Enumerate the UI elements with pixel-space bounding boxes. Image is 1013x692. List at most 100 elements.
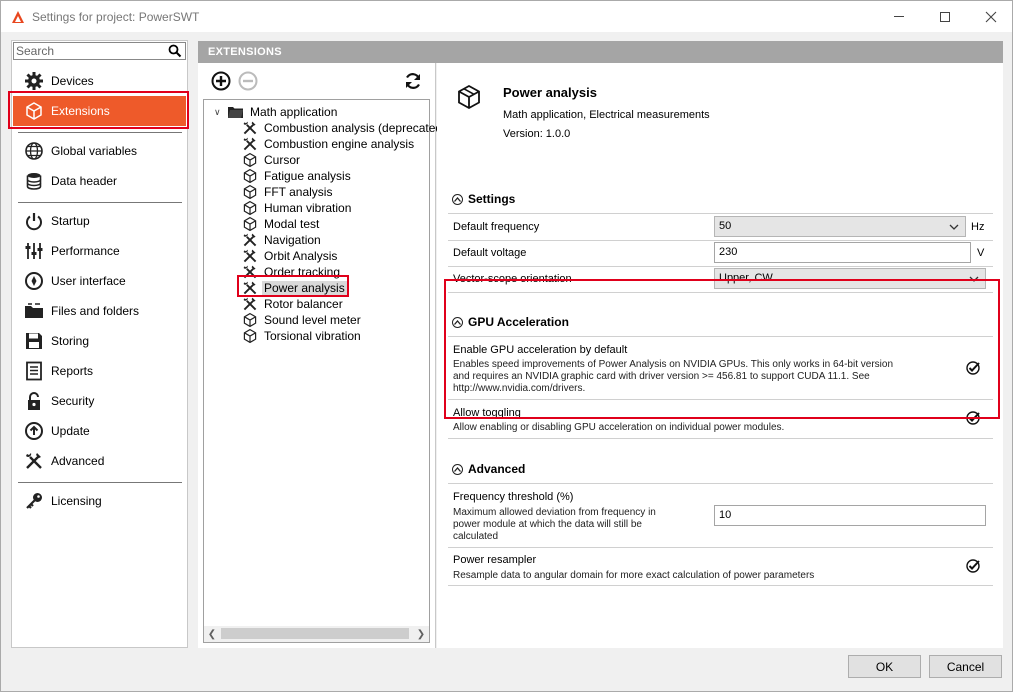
chevron-down-icon[interactable]: ∨: [214, 107, 224, 118]
folder-icon: [23, 300, 45, 322]
window-client: Devices Extensions Global variables Data…: [0, 32, 1013, 692]
collapse-icon[interactable]: [452, 193, 463, 205]
update-icon: [23, 420, 45, 442]
power-resampler-checkbox[interactable]: [966, 559, 980, 573]
tree-item[interactable]: FFT analysis: [242, 184, 334, 200]
tree-item-label: Combustion analysis (deprecated): [264, 121, 447, 135]
extensions-header: EXTENSIONS: [198, 41, 1003, 63]
nav-item-reports[interactable]: Reports: [13, 356, 186, 386]
tools-icon: [242, 136, 258, 152]
minimize-icon: [894, 16, 904, 17]
tree-item[interactable]: Modal test: [242, 216, 321, 232]
frequency-threshold-input[interactable]: 10: [714, 505, 986, 526]
close-icon: [985, 11, 997, 22]
divider: [448, 585, 993, 586]
tree-root-math-application[interactable]: ∨ Math application: [214, 104, 339, 120]
compass-icon: [23, 270, 45, 292]
scroll-right-icon[interactable]: ❯: [413, 626, 429, 642]
cube-icon: [242, 216, 258, 232]
nav-item-licensing[interactable]: Licensing: [13, 486, 186, 516]
tree-item[interactable]: Torsional vibration: [242, 328, 363, 344]
tree-item-label: Torsional vibration: [264, 329, 361, 343]
refresh-icon[interactable]: [403, 71, 423, 91]
advanced-section-header[interactable]: Advanced: [452, 461, 525, 477]
ok-button[interactable]: OK: [848, 655, 921, 678]
nav-item-label: Global variables: [51, 144, 138, 158]
maximize-button[interactable]: [922, 1, 968, 32]
tree-item-label: Rotor balancer: [264, 297, 343, 311]
nav-item-performance[interactable]: Performance: [13, 236, 186, 266]
settings-nav: Devices Extensions Global variables Data…: [11, 40, 188, 648]
nav-item-files-and-folders[interactable]: Files and folders: [13, 296, 186, 326]
highlight-box-power-analysis: [237, 275, 349, 297]
extension-categories: Math application, Electrical measurement…: [503, 109, 710, 121]
minimize-button[interactable]: [876, 1, 922, 32]
cancel-button[interactable]: Cancel: [929, 655, 1002, 678]
tools-icon: [242, 120, 258, 136]
tree-item[interactable]: Navigation: [242, 232, 323, 248]
default-frequency-select[interactable]: 50: [714, 216, 966, 237]
divider: [448, 547, 993, 548]
scrollbar-thumb[interactable]: [221, 628, 409, 639]
frequency-threshold-description-line: power module at which the data will stil…: [453, 519, 642, 530]
section-title: Settings: [468, 192, 516, 206]
lock-icon: [23, 390, 45, 412]
tools-icon: [242, 232, 258, 248]
nav-item-label: Advanced: [51, 454, 105, 468]
extension-version: Version: 1.0.0: [503, 128, 571, 140]
nav-item-label: Files and folders: [51, 304, 140, 318]
nav-item-update[interactable]: Update: [13, 416, 186, 446]
section-title: Advanced: [468, 462, 526, 476]
divider: [448, 438, 993, 439]
select-value: 50: [719, 220, 732, 232]
cube-icon: [242, 312, 258, 328]
nav-item-advanced[interactable]: Advanced: [13, 446, 186, 476]
extensions-tree-panel: ∨ Math application Combustion analysis (…: [198, 63, 446, 648]
extension-title: Power analysis: [503, 85, 597, 100]
tree-item[interactable]: Orbit Analysis: [242, 248, 339, 264]
frequency-threshold-description-line: calculated: [453, 531, 499, 542]
nav-item-global-variables[interactable]: Global variables: [13, 136, 186, 166]
add-extension-icon[interactable]: [211, 71, 231, 91]
nav-item-startup[interactable]: Startup: [13, 206, 186, 236]
nav-item-data-header[interactable]: Data header: [13, 166, 186, 196]
cube-icon: [242, 152, 258, 168]
tree-item[interactable]: Rotor balancer: [242, 296, 345, 312]
tree-item[interactable]: Cursor: [242, 152, 302, 168]
divider: [448, 266, 993, 267]
default-voltage-label: Default voltage: [453, 247, 527, 259]
tree-item[interactable]: Combustion analysis (deprecated): [242, 120, 448, 136]
chevron-down-icon: [949, 224, 959, 230]
collapse-icon[interactable]: [452, 463, 463, 475]
frequency-unit: Hz: [971, 221, 985, 233]
tree-item[interactable]: Fatigue analysis: [242, 168, 353, 184]
tree-item[interactable]: Sound level meter: [242, 312, 363, 328]
cube-icon: [458, 84, 480, 110]
search-icon[interactable]: [168, 44, 182, 58]
power-resampler-description: Resample data to angular domain for more…: [453, 570, 815, 581]
extensions-tree: ∨ Math application Combustion analysis (…: [203, 99, 446, 643]
remove-extension-icon[interactable]: [238, 71, 258, 91]
nav-item-label: Update: [51, 424, 90, 438]
default-voltage-input[interactable]: 230: [714, 242, 971, 263]
tree-item[interactable]: Human vibration: [242, 200, 353, 216]
close-button[interactable]: [968, 1, 1013, 32]
horizontal-scrollbar[interactable]: ❮ ❯: [204, 626, 429, 642]
tree-item-label: Human vibration: [264, 201, 352, 215]
scroll-left-icon[interactable]: ❮: [204, 626, 220, 642]
power-resampler-title: Power resampler: [453, 554, 537, 566]
tree-item-label: Cursor: [264, 153, 301, 167]
nav-divider: [18, 482, 182, 483]
nav-item-label: Licensing: [51, 494, 102, 508]
tree-item[interactable]: Combustion engine analysis: [242, 136, 416, 152]
search-box[interactable]: [13, 42, 186, 60]
search-input[interactable]: [16, 44, 166, 58]
nav-item-label: Reports: [51, 364, 94, 378]
tools-icon: [23, 450, 45, 472]
nav-item-storing[interactable]: Storing: [13, 326, 186, 356]
nav-item-label: Devices: [51, 74, 94, 88]
settings-section-header[interactable]: Settings: [452, 191, 515, 207]
maximize-icon: [940, 11, 950, 22]
nav-item-user-interface[interactable]: User interface: [13, 266, 186, 296]
nav-item-security[interactable]: Security: [13, 386, 186, 416]
